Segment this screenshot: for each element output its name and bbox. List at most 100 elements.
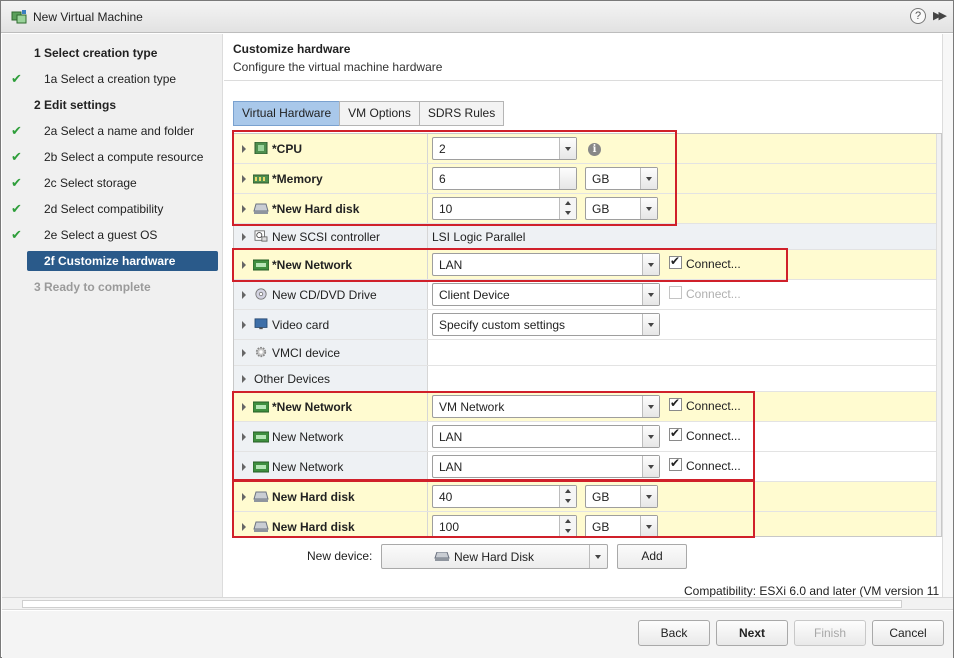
hard-disk-size-input[interactable]: 100 [432,515,577,536]
page-title: Customize hardware [233,42,351,56]
expand-arrow-icon[interactable] [242,523,246,531]
row-hard-disk-1: *New Hard disk 10 GB [234,194,941,224]
expand-arrow-icon[interactable] [242,291,246,299]
chevron-down-icon [559,138,576,159]
expand-arrow-icon[interactable] [242,233,246,241]
expand-arrow-icon[interactable] [242,321,246,329]
expand-arrow-icon[interactable] [242,493,246,501]
expand-icon[interactable]: ▶▶ [933,9,947,22]
row-label: New Network [272,460,344,474]
chevron-down-icon [642,284,659,305]
connect-checkbox [669,286,682,299]
row-scsi-controller: New SCSI controller LSI Logic Parallel [234,224,941,250]
hard-disk-unit-select[interactable]: GB [585,485,658,508]
footer: Back Next Finish Cancel [2,611,953,658]
expand-arrow-icon[interactable] [242,463,246,471]
network-select[interactable]: VM Network [432,395,660,418]
row-label: Video card [272,318,330,332]
expand-arrow-icon[interactable] [242,145,246,153]
step-1a[interactable]: ✔ 1a Select a creation type [2,69,223,89]
step-2c[interactable]: ✔ 2c Select storage [2,173,223,193]
check-icon: ✔ [11,227,22,242]
step-label: 2a Select a name and folder [44,124,195,138]
expand-arrow-icon[interactable] [242,349,246,357]
network-select[interactable]: LAN [432,425,660,448]
spinner-icon [559,198,576,219]
expand-arrow-icon[interactable] [242,403,246,411]
hard-disk-size-input[interactable]: 10 [432,197,577,220]
hard-disk-unit-select[interactable]: GB [585,515,658,536]
expand-arrow-icon[interactable] [242,205,246,213]
row-label: *New Network [272,400,353,414]
connect-checkbox[interactable] [669,456,682,471]
row-label: New Network [272,430,344,444]
row-vmci-device: VMCI device [234,340,941,366]
new-vm-dialog: New Virtual Machine ? ▶▶ 1 Select creati… [0,0,954,658]
help-icon[interactable]: ? [910,8,926,24]
cd-dvd-select[interactable]: Client Device [432,283,660,306]
scsi-controller-icon [254,230,268,242]
step-2f[interactable]: 2f Customize hardware [27,251,218,271]
row-label: *CPU [272,142,303,156]
chevron-down-icon [642,426,659,447]
check-icon: ✔ [11,71,22,86]
add-device-button[interactable]: Add [617,544,687,569]
scsi-controller-value: LSI Logic Parallel [432,230,526,244]
vm-icon [11,10,27,24]
hard-disk-unit-select[interactable]: GB [585,197,658,220]
step-label: 2c Select storage [44,176,137,190]
cpu-icon [254,142,268,154]
connect-label: Connect... [686,287,741,301]
connect-checkbox[interactable] [669,254,682,269]
step-2e[interactable]: ✔ 2e Select a guest OS [2,225,223,245]
expand-arrow-icon[interactable] [242,261,246,269]
row-label: *Memory [272,172,323,186]
info-icon[interactable]: i [588,143,601,156]
compatibility-text: Compatibility: ESXi 6.0 and later (VM ve… [684,584,940,598]
new-device-label: New device: [307,549,373,563]
row-label: *New Hard disk [272,202,360,216]
expand-arrow-icon[interactable] [242,433,246,441]
check-icon: ✔ [11,149,22,164]
cpu-select[interactable]: 2 [432,137,577,160]
network-icon [253,431,269,443]
memory-input[interactable]: 6 [432,167,577,190]
row-network-1: *New Network LAN Connect... [234,250,941,280]
step-label: 2d Select compatibility [44,202,164,216]
main-scrollbar[interactable] [942,34,953,597]
row-cd-dvd: New CD/DVD Drive Client Device Connect..… [234,280,941,310]
cancel-button[interactable]: Cancel [872,620,944,646]
title-bar: New Virtual Machine ? ▶▶ [1,1,953,33]
expand-arrow-icon[interactable] [242,175,246,183]
tab-virtual-hardware[interactable]: Virtual Hardware [233,101,341,126]
step-2d[interactable]: ✔ 2d Select compatibility [2,199,223,219]
chevron-down-icon [642,314,659,335]
step-2b[interactable]: ✔ 2b Select a compute resource [2,147,223,167]
horizontal-scrollbar[interactable] [2,597,953,610]
scroll-thumb[interactable] [22,600,902,608]
new-device-select[interactable]: New Hard Disk [381,544,608,569]
back-button[interactable]: Back [638,620,710,646]
connect-label: Connect... [686,429,741,443]
connect-checkbox[interactable] [669,426,682,441]
tab-vm-options[interactable]: VM Options [339,101,420,126]
row-label: *New Network [272,258,353,272]
connect-checkbox[interactable] [669,396,682,411]
memory-icon [253,174,269,184]
memory-unit-select[interactable]: GB [585,167,658,190]
network-select[interactable]: LAN [432,455,660,478]
finish-button: Finish [794,620,866,646]
tab-sdrs-rules[interactable]: SDRS Rules [418,101,505,126]
next-button[interactable]: Next [716,620,788,646]
row-memory: *Memory 6 GB [234,164,941,194]
video-card-select[interactable]: Specify custom settings [432,313,660,336]
row-other-devices: Other Devices [234,366,941,392]
network-select[interactable]: LAN [432,253,660,276]
video-card-icon [254,318,268,330]
step-2a[interactable]: ✔ 2a Select a name and folder [2,121,223,141]
network-icon [253,461,269,473]
row-label: VMCI device [272,346,341,360]
row-network-2: *New Network VM Network Connect... [234,392,941,422]
hard-disk-size-input[interactable]: 40 [432,485,577,508]
expand-arrow-icon[interactable] [242,375,246,383]
